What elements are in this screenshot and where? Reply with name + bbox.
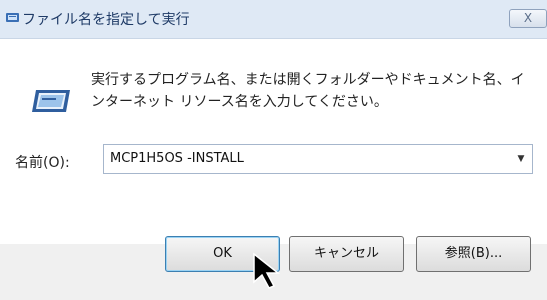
window-title: ファイル名を指定して実行 — [22, 12, 190, 28]
chevron-down-icon[interactable]: ▼ — [514, 151, 528, 167]
run-icon — [6, 13, 19, 22]
mouse-pointer-icon — [253, 252, 281, 289]
name-input[interactable]: MCP1H5OS -INSTALL — [110, 151, 244, 166]
description-text: 実行するプログラム名、または開くフォルダーやドキュメント名、インターネット リソ… — [91, 72, 525, 110]
run-icon — [32, 90, 70, 112]
browse-button[interactable]: 参照(B)... — [416, 236, 531, 272]
cancel-button[interactable]: キャンセル — [289, 236, 404, 272]
close-icon: X — [523, 11, 533, 25]
close-button[interactable]: X — [509, 9, 547, 28]
title-bar[interactable]: ファイル名を指定して実行 X — [0, 0, 547, 39]
run-dialog: ファイル名を指定して実行 X 実行するプログラム名、または開くフォルダーやドキュ… — [0, 0, 547, 300]
dialog-body: 実行するプログラム名、または開くフォルダーやドキュメント名、インターネット リソ… — [0, 39, 547, 244]
name-label: 名前(O): — [15, 155, 70, 171]
name-combobox[interactable]: MCP1H5OS -INSTALL ▼ — [103, 144, 533, 174]
